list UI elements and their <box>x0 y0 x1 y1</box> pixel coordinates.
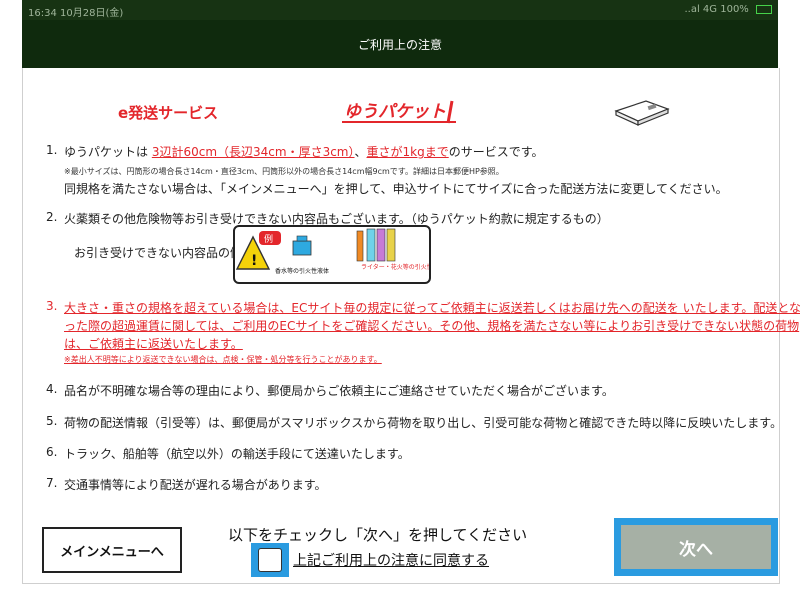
service-label: e発送サービス <box>118 104 219 122</box>
page-title: ご利用上の注意 <box>357 37 442 52</box>
item-1-number: 1. <box>46 143 58 157</box>
lighter-caption: ライター・花火等の引火性ガス、火薬類 <box>361 263 429 271</box>
item-1-text-b: 、 <box>354 145 367 159</box>
yu-packet-logo-text: ゆうパケット <box>344 102 446 122</box>
perfume-caption: 香水等の引火性液体 <box>275 267 329 275</box>
item-1-text-c: のサービスです。 <box>448 145 544 159</box>
svg-text:!: ! <box>251 253 257 269</box>
item-1-size-limit: 3辺計60cm（長辺34cm・厚さ3cm） <box>151 145 355 159</box>
instruction-text: 以下をチェックし「次へ」を押してください <box>228 526 528 544</box>
item-7-line: 交通事情等により配送が遅れる場合があります。 <box>64 478 327 492</box>
prohibited-items-box: ! 例 香水等の引火性液体 ライター・花火等の引火性ガス、火薬類 <box>233 225 469 284</box>
item-5-number: 5. <box>46 414 58 428</box>
item-3-note: ※差出人不明等により返送できない場合は、点検・保管・処分等を行うことがあります。 <box>64 355 382 364</box>
next-button-highlight[interactable]: 次へ <box>614 518 778 576</box>
agree-checkbox-highlight[interactable] <box>251 543 289 577</box>
lighter-icon <box>356 230 364 262</box>
item-2-number: 2. <box>46 210 58 224</box>
item-4-number: 4. <box>46 382 58 396</box>
item-4-line: 品名が不明確な場合等の理由により、郵便局からご依頼主にご連絡させていただく場合が… <box>64 384 614 398</box>
item-1-weight-limit: 重さが1kgまで <box>366 145 449 159</box>
item-6-number: 6. <box>46 445 58 459</box>
item-3-line-3: は、ご依頼主に返送いたします。 <box>64 337 243 351</box>
main-menu-button[interactable]: メインメニューへ <box>42 527 182 573</box>
perfume-icon <box>292 240 312 256</box>
item-5-line: 荷物の配送情報（引受等）は、郵便局がスマリボックスから荷物を取り出し、引受可能な… <box>64 416 783 430</box>
next-button[interactable]: 次へ <box>621 525 771 569</box>
item-6-line: トラック、船舶等（航空以外）の輸送手段にて送達いたします。 <box>64 447 410 461</box>
fireworks-icon <box>366 228 376 262</box>
example-tag-text: 例 <box>264 233 273 245</box>
agree-checkbox[interactable] <box>258 548 282 572</box>
item-3-line-1: 大きさ・重さの規格を超えている場合は、ECサイト毎の規定に従ってご依頼主に返送若… <box>64 301 800 315</box>
status-bar: 16:34 10月28日(金) ..al 4G 100% <box>22 0 778 20</box>
page-title-bar: ご利用上の注意 <box>22 20 778 68</box>
item-7-number: 7. <box>46 476 58 490</box>
agree-row[interactable]: 上記ご利用上の注意に同意する <box>251 543 489 577</box>
item-1-note: ※最小サイズは、円筒形の場合長さ14cm・直径3cm、円筒形以外の場合長さ14c… <box>64 167 504 176</box>
status-time: 16:34 10月28日(金) <box>28 8 124 19</box>
agree-label[interactable]: 上記ご利用上の注意に同意する <box>293 550 489 570</box>
battery-icon <box>756 4 772 14</box>
package-icon <box>614 100 670 126</box>
yu-packet-logo: ゆうパケット <box>342 100 456 124</box>
item-3-number: 3. <box>46 299 58 313</box>
status-signal: ..al 4G 100% <box>684 4 749 15</box>
status-indicators: ..al 4G 100% <box>684 4 772 15</box>
item-3-line-2: った際の超過運賃に関しては、ご利用のECサイトをご確認ください。その他、規格を満… <box>64 319 800 333</box>
item-1-line-1: ゆうパケットは 3辺計60cm（長辺34cm・厚さ3cm）、重さが1kgまでのサ… <box>64 143 544 160</box>
item-1-text-a: ゆうパケットは <box>64 145 152 159</box>
item-1-line-3: 同規格を満たさない場合は、「メインメニューへ」を押して、申込サイトにてサイズに合… <box>64 182 728 196</box>
prohibited-items-label: お引き受けできない内容品の例 <box>74 246 243 260</box>
